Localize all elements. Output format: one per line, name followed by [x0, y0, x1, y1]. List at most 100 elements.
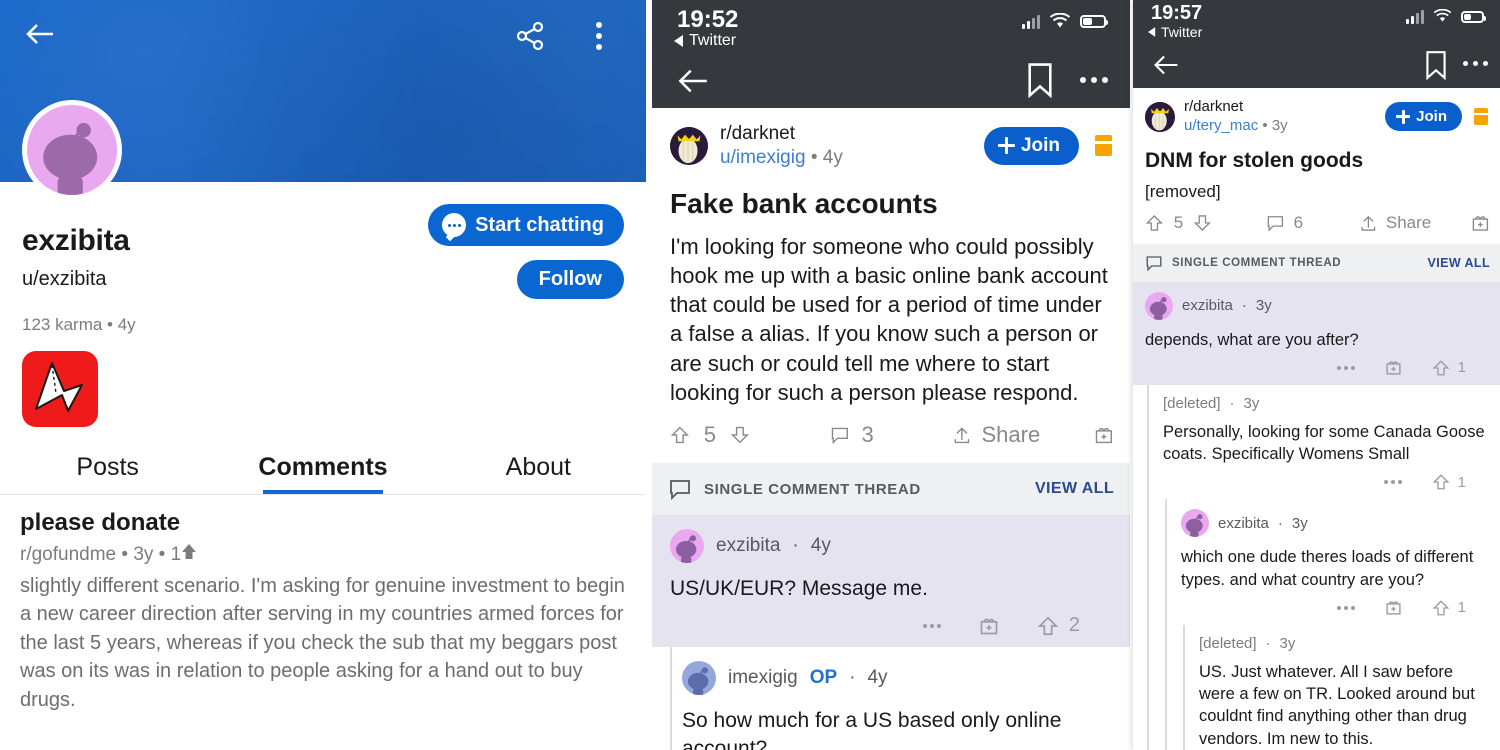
- comment-author[interactable]: exzibita: [716, 535, 780, 557]
- thread-line: [1165, 624, 1167, 750]
- comment-author[interactable]: imexigig: [728, 667, 798, 689]
- post-card: r/darknet u/imexigig • 4y Join Fake bank…: [652, 108, 1130, 750]
- comment-author[interactable]: exzibita: [1182, 297, 1233, 314]
- gift-award-icon[interactable]: [1385, 599, 1402, 616]
- tab-about[interactable]: About: [431, 453, 646, 494]
- back-arrow-icon[interactable]: [670, 58, 716, 109]
- post-author[interactable]: u/imexigig: [720, 147, 806, 168]
- more-horizontal-icon[interactable]: [1463, 61, 1488, 66]
- upvote-icon[interactable]: [1145, 212, 1164, 234]
- tab-comments[interactable]: Comments: [215, 453, 430, 494]
- chat-bubble-icon: [442, 213, 467, 237]
- comment-score-group[interactable]: 1: [1432, 473, 1466, 491]
- trophy-badge-icon[interactable]: [22, 351, 98, 427]
- bookmark-icon[interactable]: [1025, 62, 1055, 103]
- profile-karma: 123 karma • 4y: [22, 315, 136, 334]
- join-button[interactable]: Join: [983, 126, 1079, 165]
- gift-award-icon[interactable]: [1094, 421, 1114, 449]
- gift-award-icon[interactable]: [1385, 359, 1402, 376]
- comment-age: 3y: [1279, 634, 1296, 652]
- post-author[interactable]: u/tery_mac: [1184, 117, 1258, 134]
- upvote-icon[interactable]: [1432, 473, 1450, 491]
- plus-icon: [1396, 109, 1411, 124]
- post-detail-panel-2: 19:57 Twitter r/darknet u/tery_mac • 3y …: [1133, 0, 1500, 750]
- separator: ·: [1229, 394, 1235, 412]
- comment-bubble-icon[interactable]: [830, 421, 850, 449]
- profile-tabs: Posts Comments About: [0, 453, 646, 494]
- tab-posts[interactable]: Posts: [0, 453, 215, 494]
- downvote-icon[interactable]: [730, 421, 750, 449]
- comment-item[interactable]: exzibita · 3y which one dude theres load…: [1133, 499, 1500, 625]
- bookmark-icon[interactable]: [1424, 50, 1448, 85]
- more-horizontal-icon[interactable]: [1336, 365, 1355, 370]
- comment-item[interactable]: exzibita · 3y depends, what are you afte…: [1133, 281, 1500, 385]
- comment-bubble-icon: [1146, 255, 1162, 271]
- comment-bubble-icon[interactable]: [1266, 212, 1285, 234]
- upvote-icon[interactable]: [670, 421, 690, 449]
- share-icon[interactable]: [510, 16, 550, 61]
- comment-score-group[interactable]: 1: [1432, 359, 1466, 377]
- comment-score-group[interactable]: 1: [1432, 599, 1466, 617]
- comment-item[interactable]: [deleted] · 3y US. Just whatever. All I …: [1133, 624, 1500, 750]
- post-title: DNM for stolen goods: [1145, 148, 1364, 172]
- post-author-line: u/imexigig • 4y: [720, 146, 843, 170]
- share-icon[interactable]: [952, 421, 972, 449]
- comment-action-row: 1: [1163, 473, 1488, 491]
- separator: ·: [1277, 514, 1283, 532]
- separator: ·: [1265, 634, 1271, 652]
- subreddit-name[interactable]: r/darknet: [1184, 98, 1288, 117]
- separator: •: [1262, 116, 1268, 134]
- back-arrow-icon[interactable]: [1147, 46, 1185, 89]
- subreddit-avatar[interactable]: [670, 126, 708, 165]
- comment-score: 1: [1457, 359, 1466, 377]
- comment-action-row: 1: [1181, 599, 1488, 617]
- comment-author[interactable]: exzibita: [1218, 515, 1269, 532]
- thread-line: [1147, 624, 1149, 750]
- comment-item[interactable]: imexigig OP · 4y So how much for a US ba…: [652, 647, 1130, 750]
- post-body: I'm looking for someone who could possib…: [670, 233, 1108, 405]
- comment-item[interactable]: exzibita · 4y US/UK/EUR? Message me. 2: [652, 515, 1130, 648]
- post-age: 3y: [1271, 116, 1288, 134]
- more-vertical-icon[interactable]: [596, 16, 602, 56]
- post-card: r/darknet u/tery_mac • 3y Join DNM for s…: [1133, 88, 1500, 750]
- upvote-icon[interactable]: [1037, 615, 1059, 637]
- gift-award-icon[interactable]: [979, 616, 999, 636]
- tab-posts-label: Posts: [76, 453, 139, 481]
- follow-label: Follow: [538, 268, 602, 290]
- view-all-link[interactable]: VIEW ALL: [1428, 256, 1490, 270]
- award-icon[interactable]: [1095, 135, 1112, 157]
- subreddit-avatar[interactable]: [1145, 101, 1175, 132]
- more-horizontal-icon[interactable]: [1336, 605, 1355, 610]
- share-label: Share: [1385, 212, 1432, 232]
- back-arrow-icon[interactable]: [20, 14, 60, 54]
- comment-text: Personally, looking for some Canada Goos…: [1163, 422, 1485, 464]
- upvote-icon[interactable]: [1432, 599, 1450, 617]
- status-time: 19:52: [677, 6, 739, 33]
- comment-text: US. Just whatever. All I saw before were…: [1199, 662, 1475, 748]
- post-comment-count: 6: [1293, 212, 1304, 232]
- comment-post-meta: r/gofundme • 3y • 1: [20, 543, 632, 566]
- join-button[interactable]: Join: [1385, 102, 1462, 132]
- view-all-link[interactable]: VIEW ALL: [1035, 480, 1114, 498]
- gift-award-icon[interactable]: [1471, 212, 1490, 234]
- back-to-app-link[interactable]: Twitter: [1148, 24, 1202, 40]
- share-icon[interactable]: [1359, 212, 1378, 234]
- start-chatting-label: Start chatting: [475, 213, 604, 236]
- subreddit-name[interactable]: r/darknet: [720, 122, 843, 146]
- thread-label-group: SINGLE COMMENT THREAD: [1145, 254, 1341, 272]
- more-horizontal-icon[interactable]: [1383, 480, 1402, 485]
- more-horizontal-icon[interactable]: [1080, 77, 1108, 83]
- list-item[interactable]: please donate r/gofundme • 3y • 1 slight…: [0, 495, 646, 714]
- more-horizontal-icon[interactable]: [922, 623, 941, 628]
- view-all-label: VIEW ALL: [1427, 255, 1490, 270]
- comment-score-group[interactable]: 2: [1037, 614, 1080, 637]
- post-header: r/darknet u/imexigig • 4y Join: [652, 108, 1130, 170]
- follow-button[interactable]: Follow: [516, 260, 624, 299]
- comment-action-row: 2: [670, 614, 1114, 637]
- comment-item[interactable]: [deleted] · 3y Personally, looking for s…: [1133, 384, 1500, 500]
- upvote-icon[interactable]: [1432, 359, 1450, 377]
- back-to-app-link[interactable]: Twitter: [674, 32, 736, 50]
- start-chatting-button[interactable]: Start chatting: [428, 204, 624, 246]
- award-icon[interactable]: [1474, 108, 1488, 126]
- downvote-icon[interactable]: [1193, 212, 1212, 234]
